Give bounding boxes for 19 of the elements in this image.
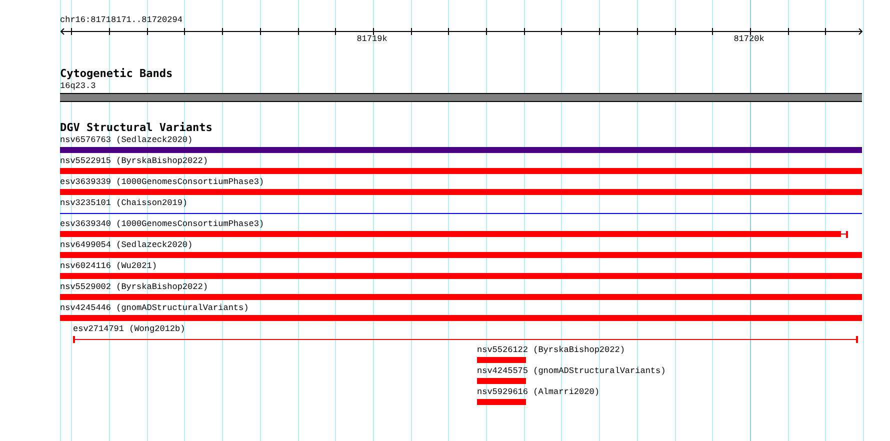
feature-label: nsv4245575 (gnomADStructuralVariants) [477, 366, 666, 376]
feature-label: esv3639339 (1000GenomesConsortiumPhase3) [60, 177, 264, 187]
feature-label: nsv4245446 (gnomADStructuralVariants) [60, 303, 249, 313]
feature-label: nsv3235101 (Chaisson2019) [60, 198, 188, 208]
feature-label: 16q23.3 [60, 81, 96, 91]
tick-label: 81719k [356, 34, 388, 44]
feature-label: nsv5526122 (ByrskaBishop2022) [477, 345, 625, 355]
feature-label: nsv6024116 (Wu2021) [60, 261, 157, 271]
feature-label: nsv5529002 (ByrskaBishop2022) [60, 282, 208, 292]
tick-label: 81720k [734, 34, 764, 44]
feature-label: esv2714791 (Wong2012b) [73, 324, 186, 334]
feature-label: nsv5929616 (Almarri2020) [477, 387, 600, 397]
feature-label: nsv6499054 (Sedlazeck2020) [60, 240, 193, 250]
feature-label: nsv5522915 (ByrskaBishop2022) [60, 156, 208, 166]
track-title: DGV Structural Variants [60, 122, 212, 134]
feature-label: esv3639340 (1000GenomesConsortiumPhase3) [60, 219, 264, 229]
track-title: Cytogenetic Bands [60, 68, 173, 80]
location-label: chr16:81718171..81720294 [60, 15, 182, 25]
feature-label: nsv6576763 (Sedlazeck2020) [60, 135, 193, 145]
